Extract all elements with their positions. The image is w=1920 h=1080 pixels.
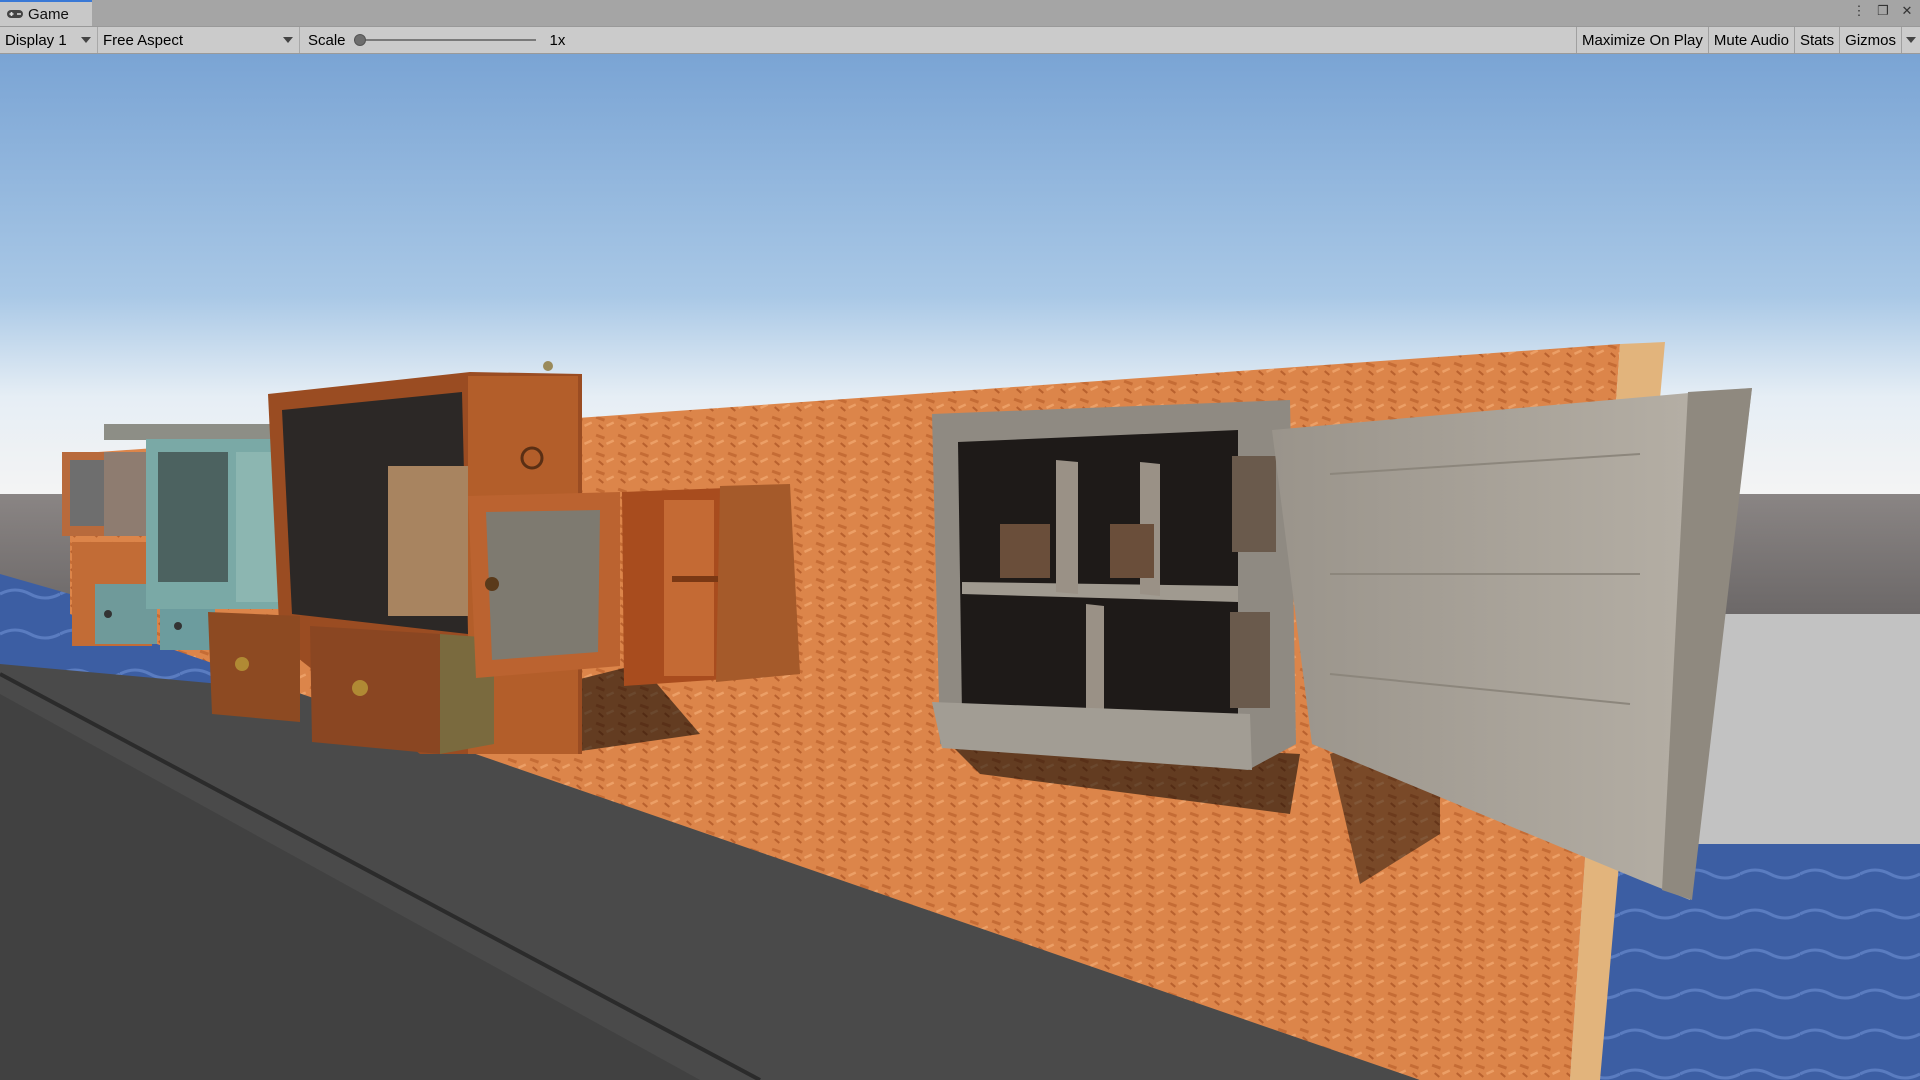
game-toolbar: Display 1 Free Aspect Scale 1x Maximize … — [0, 27, 1920, 54]
aspect-label: Free Aspect — [103, 31, 184, 49]
window-controls: ⋮ ❐ ✕ — [1852, 3, 1914, 19]
mute-audio-label: Mute Audio — [1713, 31, 1789, 49]
game-viewport[interactable] — [0, 54, 1920, 1080]
slider-thumb[interactable] — [353, 34, 366, 46]
maximize-on-play-button[interactable]: Maximize On Play — [1576, 27, 1708, 53]
chevron-down-icon — [283, 37, 293, 43]
tab-game[interactable]: Game — [0, 0, 92, 26]
toolbar-right-group: Maximize On Play Mute Audio Stats Gizmos — [1576, 27, 1920, 53]
stats-label: Stats — [1799, 31, 1835, 49]
gizmos-label: Gizmos — [1845, 31, 1896, 49]
scale-label: Scale — [308, 31, 346, 49]
maximize-window-icon[interactable]: ❐ — [1876, 3, 1890, 19]
more-options-icon[interactable]: ⋮ — [1852, 3, 1866, 19]
scene-render — [0, 54, 1920, 1080]
display-dropdown[interactable]: Display 1 — [0, 27, 98, 53]
gamepad-icon — [7, 10, 23, 18]
gizmos-dropdown-arrow[interactable] — [1901, 27, 1920, 53]
mute-audio-button[interactable]: Mute Audio — [1707, 27, 1794, 53]
slider-track — [353, 39, 536, 41]
stats-button[interactable]: Stats — [1793, 27, 1839, 53]
scale-control: Scale 1x — [300, 27, 565, 53]
close-icon[interactable]: ✕ — [1900, 3, 1914, 19]
tab-bar: Game ⋮ ❐ ✕ — [0, 0, 1920, 27]
maximize-on-play-label: Maximize On Play — [1582, 31, 1703, 49]
scale-value: 1x — [549, 31, 566, 49]
tab-label: Game — [28, 5, 69, 23]
scale-slider[interactable] — [353, 33, 536, 47]
gizmos-button[interactable]: Gizmos — [1839, 27, 1901, 53]
aspect-dropdown[interactable]: Free Aspect — [98, 27, 300, 53]
display-label: Display 1 — [5, 31, 67, 49]
chevron-down-icon — [81, 37, 91, 43]
